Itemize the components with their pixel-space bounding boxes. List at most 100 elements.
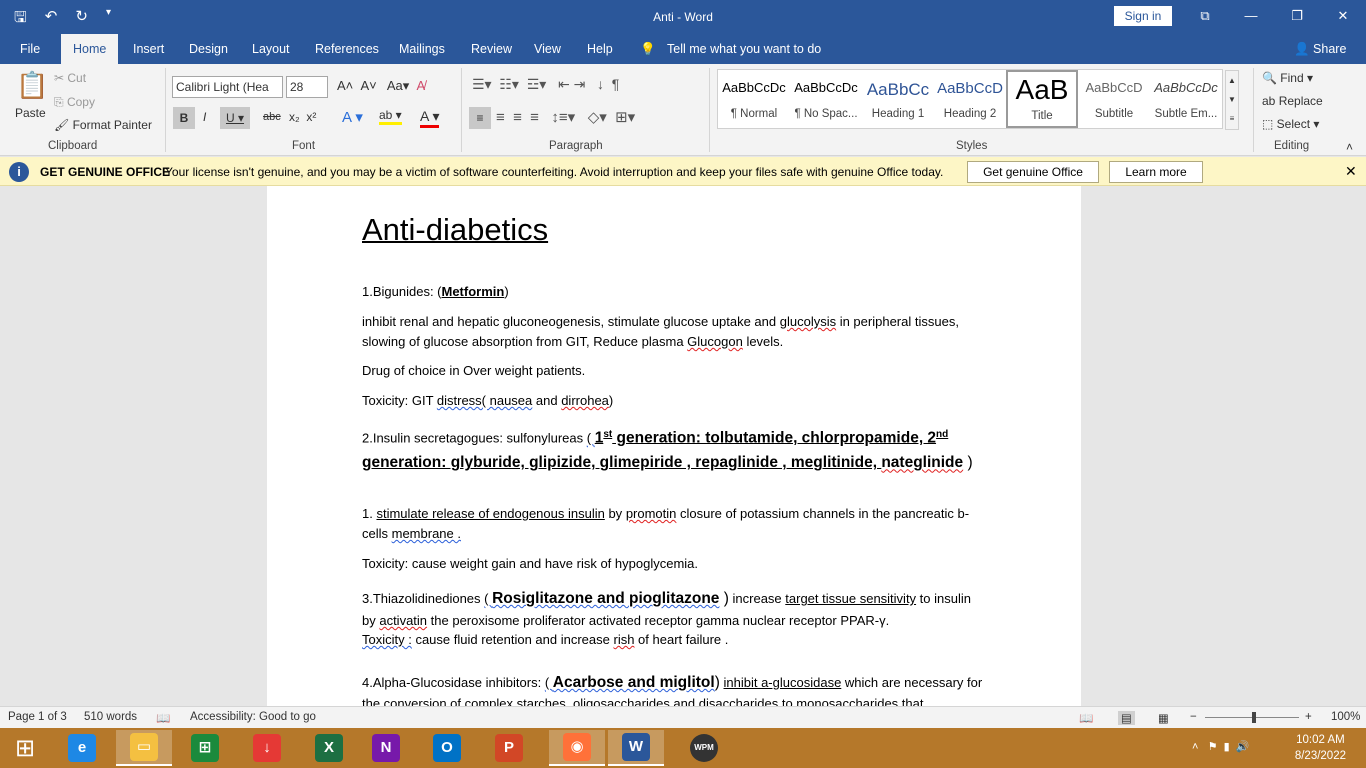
text-run: Rosiglitazone and pioglitazone <box>492 590 720 607</box>
taskbar-powerpoint[interactable]: P <box>481 730 537 766</box>
taskbar-file-explorer[interactable]: ▭ <box>116 730 172 766</box>
text-run: activatin <box>379 613 428 628</box>
format-painter-button[interactable]: 🖌 Format Painter <box>54 118 152 132</box>
document-paragraph[interactable]: 2.Insulin secretagogues: sulfonylureas (… <box>362 422 987 475</box>
print-layout-icon[interactable]: ▤ <box>1118 711 1135 725</box>
minimize-button[interactable]: — <box>1228 0 1274 32</box>
style-subtle-emphasis[interactable]: AaBbCcDc Subtle Em... <box>1150 70 1222 128</box>
document-heading: Anti-diabetics <box>362 212 549 247</box>
proofing-icon[interactable]: 📖 <box>156 711 170 725</box>
sign-in-button[interactable]: Sign in <box>1114 6 1172 26</box>
zoom-level[interactable]: 100% <box>1331 711 1360 723</box>
style-no-spacing[interactable]: AaBbCcDc ¶ No Spac... <box>790 70 862 128</box>
replace-button[interactable]: ab Replace <box>1262 94 1323 108</box>
document-paragraph[interactable]: inhibit renal and hepatic gluconeogenesi… <box>362 312 987 352</box>
text-effects-button[interactable]: A ▾ <box>342 108 363 126</box>
document-paragraph[interactable]: 3.Thiazolidinediones ( Rosiglitazone and… <box>362 588 987 632</box>
zoom-out-button[interactable]: − <box>1190 711 1197 723</box>
document-paragraph[interactable]: Toxicity : cause fluid retention and inc… <box>362 630 987 650</box>
document-page[interactable]: Anti-diabetics 1.Bigunides: (Metformin) … <box>267 186 1081 706</box>
collapse-ribbon-icon[interactable]: ˄ <box>1346 140 1353 154</box>
tab-review[interactable]: Review <box>471 34 512 64</box>
text-run: dirrohea <box>561 393 609 408</box>
tab-mailings[interactable]: Mailings <box>399 34 445 64</box>
taskbar-wpm[interactable]: WPM <box>676 730 732 766</box>
font-size-dropdown[interactable]: 28 <box>286 76 328 98</box>
bold-button[interactable]: B <box>173 107 195 129</box>
tab-design[interactable]: Design <box>189 34 228 64</box>
style-normal[interactable]: AaBbCcDc ¶ Normal <box>718 70 790 128</box>
taskbar-word[interactable]: W <box>608 730 664 766</box>
tab-help[interactable]: Help <box>587 34 613 64</box>
style-heading-2[interactable]: AaBbCcD Heading 2 <box>934 70 1006 128</box>
underline-button[interactable]: U ▾ <box>220 107 250 129</box>
page-count[interactable]: Page 1 of 3 <box>8 711 67 723</box>
zoom-in-button[interactable]: + <box>1305 711 1312 723</box>
select-button[interactable]: ⬚ Select ▾ <box>1262 117 1319 131</box>
subscript-button[interactable]: x₂ x² <box>289 110 316 124</box>
italic-button[interactable]: I <box>203 110 206 124</box>
read-mode-icon[interactable]: 📖 <box>1079 711 1093 725</box>
paste-button[interactable]: Paste <box>15 106 46 120</box>
tab-layout[interactable]: Layout <box>252 34 290 64</box>
bullets-button[interactable]: ☰▾ ☷▾ ☲▾ ⇤ ⇥ ↓ ¶ <box>472 76 619 93</box>
tab-home[interactable]: Home <box>61 34 119 64</box>
font-name-dropdown[interactable]: Calibri Light (Hea <box>172 76 283 98</box>
clear-formatting-icon[interactable]: A̸ <box>417 78 426 93</box>
taskbar-outlook[interactable]: O <box>419 730 475 766</box>
document-paragraph[interactable]: 1.Bigunides: (Metformin) <box>362 282 987 302</box>
tell-me-search[interactable]: Tell me what you want to do <box>667 34 821 64</box>
text-run: rish <box>613 632 635 647</box>
tab-view[interactable]: View <box>534 34 561 64</box>
ribbon-display-options-icon[interactable]: ⧉ <box>1182 0 1228 32</box>
word-count[interactable]: 510 words <box>84 711 137 723</box>
align-left-button[interactable]: ≡ <box>469 107 491 129</box>
clock[interactable]: 10:02 AM 8/23/2022 <box>1295 732 1346 764</box>
close-button[interactable]: ✕ <box>1320 0 1366 32</box>
align-center-button[interactable]: ≡ ≡ ≡ ↕≡▾ ◇▾ ⊞▾ <box>496 108 635 126</box>
grow-font-icon[interactable]: A˄ A˅ Aa▾ A̸ <box>337 78 425 94</box>
document-paragraph[interactable]: Toxicity: GIT distress( nausea and dirro… <box>362 391 987 411</box>
onenote-icon: N <box>372 734 400 762</box>
text-run: generation: tolbutamide, chlorpropamide,… <box>612 429 937 447</box>
paste-icon[interactable]: 📋 <box>16 70 48 101</box>
system-tray-icons[interactable]: ˄ ⚑ ▮ 🔊 <box>1192 740 1249 753</box>
document-paragraph[interactable]: Drug of choice in Over weight patients. <box>362 361 987 381</box>
cut-button[interactable]: ✂ Cut <box>54 71 86 85</box>
document-paragraph[interactable]: 1. stimulate release of endogenous insul… <box>362 504 987 544</box>
tab-references[interactable]: References <box>315 34 379 64</box>
find-button[interactable]: 🔍 Find ▾ <box>1262 71 1313 85</box>
get-genuine-office-button[interactable]: Get genuine Office <box>967 161 1099 183</box>
share-button[interactable]: 👤 Share <box>1294 34 1346 64</box>
copy-button[interactable]: ⎘ Copy <box>54 95 95 110</box>
tab-insert[interactable]: Insert <box>133 34 164 64</box>
taskbar: ⊞ ˄ ⚑ ▮ 🔊 10:02 AM 8/23/2022 e ▭ ⊞ ↓ X N O P ◉ W WP… <box>0 728 1366 768</box>
taskbar-store[interactable]: ⊞ <box>177 730 233 766</box>
taskbar-internet-explorer[interactable]: e <box>54 730 110 766</box>
text-run: ( <box>484 591 493 606</box>
learn-more-button[interactable]: Learn more <box>1109 161 1203 183</box>
highlight-color-button[interactable]: ab ▾ <box>379 108 402 125</box>
message-text: Your license isn't genuine, and you may … <box>165 165 944 179</box>
close-message-icon[interactable]: ✕ <box>1345 163 1357 180</box>
web-layout-icon[interactable]: ▦ <box>1158 711 1169 725</box>
document-paragraph[interactable]: 4.Alpha-Glucosidase inhibitors: ( Acarbo… <box>362 672 987 706</box>
zoom-slider-thumb[interactable] <box>1252 712 1256 723</box>
accessibility-status[interactable]: Accessibility: Good to go <box>190 711 316 723</box>
style-title[interactable]: AaB Title <box>1006 70 1078 128</box>
wpm-icon: WPM <box>690 734 718 762</box>
share-label: Share <box>1313 42 1347 56</box>
styles-scroll[interactable]: ▲ ▼ ≡ <box>1225 70 1239 130</box>
font-color-button[interactable]: A ▾ <box>420 108 440 128</box>
taskbar-firefox[interactable]: ◉ <box>549 730 605 766</box>
taskbar-onenote[interactable]: N <box>358 730 414 766</box>
taskbar-excel[interactable]: X <box>301 730 357 766</box>
style-subtitle[interactable]: AaBbCcD Subtitle <box>1078 70 1150 128</box>
document-paragraph[interactable]: Toxicity: cause weight gain and have ris… <box>362 554 987 574</box>
style-heading-1[interactable]: AaBbCc Heading 1 <box>862 70 934 128</box>
taskbar-downloader[interactable]: ↓ <box>239 730 295 766</box>
restore-button[interactable]: ❐ <box>1274 0 1320 32</box>
strikethrough-button[interactable]: abc <box>263 111 281 123</box>
start-button[interactable]: ⊞ <box>2 730 48 766</box>
tab-file[interactable]: File <box>20 34 40 64</box>
